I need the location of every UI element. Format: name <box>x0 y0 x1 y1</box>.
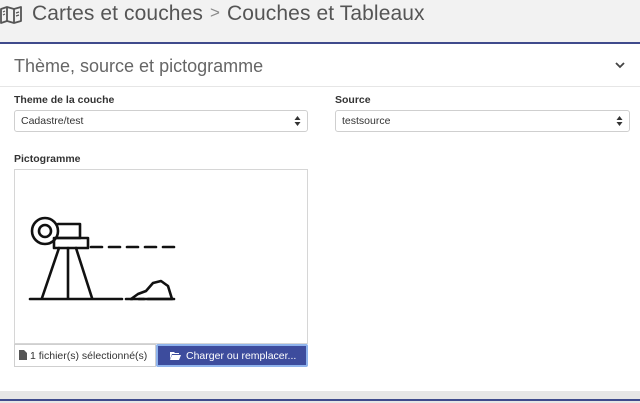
file-icon <box>19 350 27 360</box>
folder-open-icon <box>170 352 181 360</box>
map-icon <box>0 6 22 24</box>
chevron-down-icon[interactable] <box>614 60 626 70</box>
panel-title: Thème, source et pictogramme <box>14 56 264 76</box>
theme-select[interactable]: Cadastre/test <box>14 110 308 132</box>
page-header: Cartes et couches > Couches et Tableaux <box>0 0 640 42</box>
theme-label: Theme de la couche <box>14 94 115 106</box>
next-panel-border <box>0 399 640 401</box>
breadcrumb-separator: > <box>209 3 220 22</box>
breadcrumb: Cartes et couches > Couches et Tableaux <box>32 2 425 26</box>
source-label: Source <box>335 94 371 106</box>
theme-source-panel: Thème, source et pictogramme Theme de la… <box>0 42 640 391</box>
source-select[interactable]: testsource <box>335 110 630 132</box>
breadcrumb-current: Couches et Tableaux <box>226 2 425 25</box>
select-arrows-icon <box>294 116 301 126</box>
file-status: 1 fichier(s) sélectionné(s) <box>14 344 156 367</box>
theme-select-value: Cadastre/test <box>21 115 84 127</box>
surveyor-level-icon <box>28 216 176 301</box>
panel-heading[interactable]: Thème, source et pictogramme <box>0 44 640 87</box>
source-select-value: testsource <box>342 115 391 127</box>
upload-button[interactable]: Charger ou remplacer... <box>156 344 308 367</box>
select-arrows-icon <box>616 116 623 126</box>
picto-preview <box>14 169 308 344</box>
file-status-text: 1 fichier(s) sélectionné(s) <box>30 350 148 362</box>
next-panel-gap <box>0 391 640 403</box>
picto-label: Pictogramme <box>14 153 81 165</box>
upload-button-label: Charger ou remplacer... <box>186 350 297 362</box>
breadcrumb-root[interactable]: Cartes et couches <box>32 2 203 25</box>
